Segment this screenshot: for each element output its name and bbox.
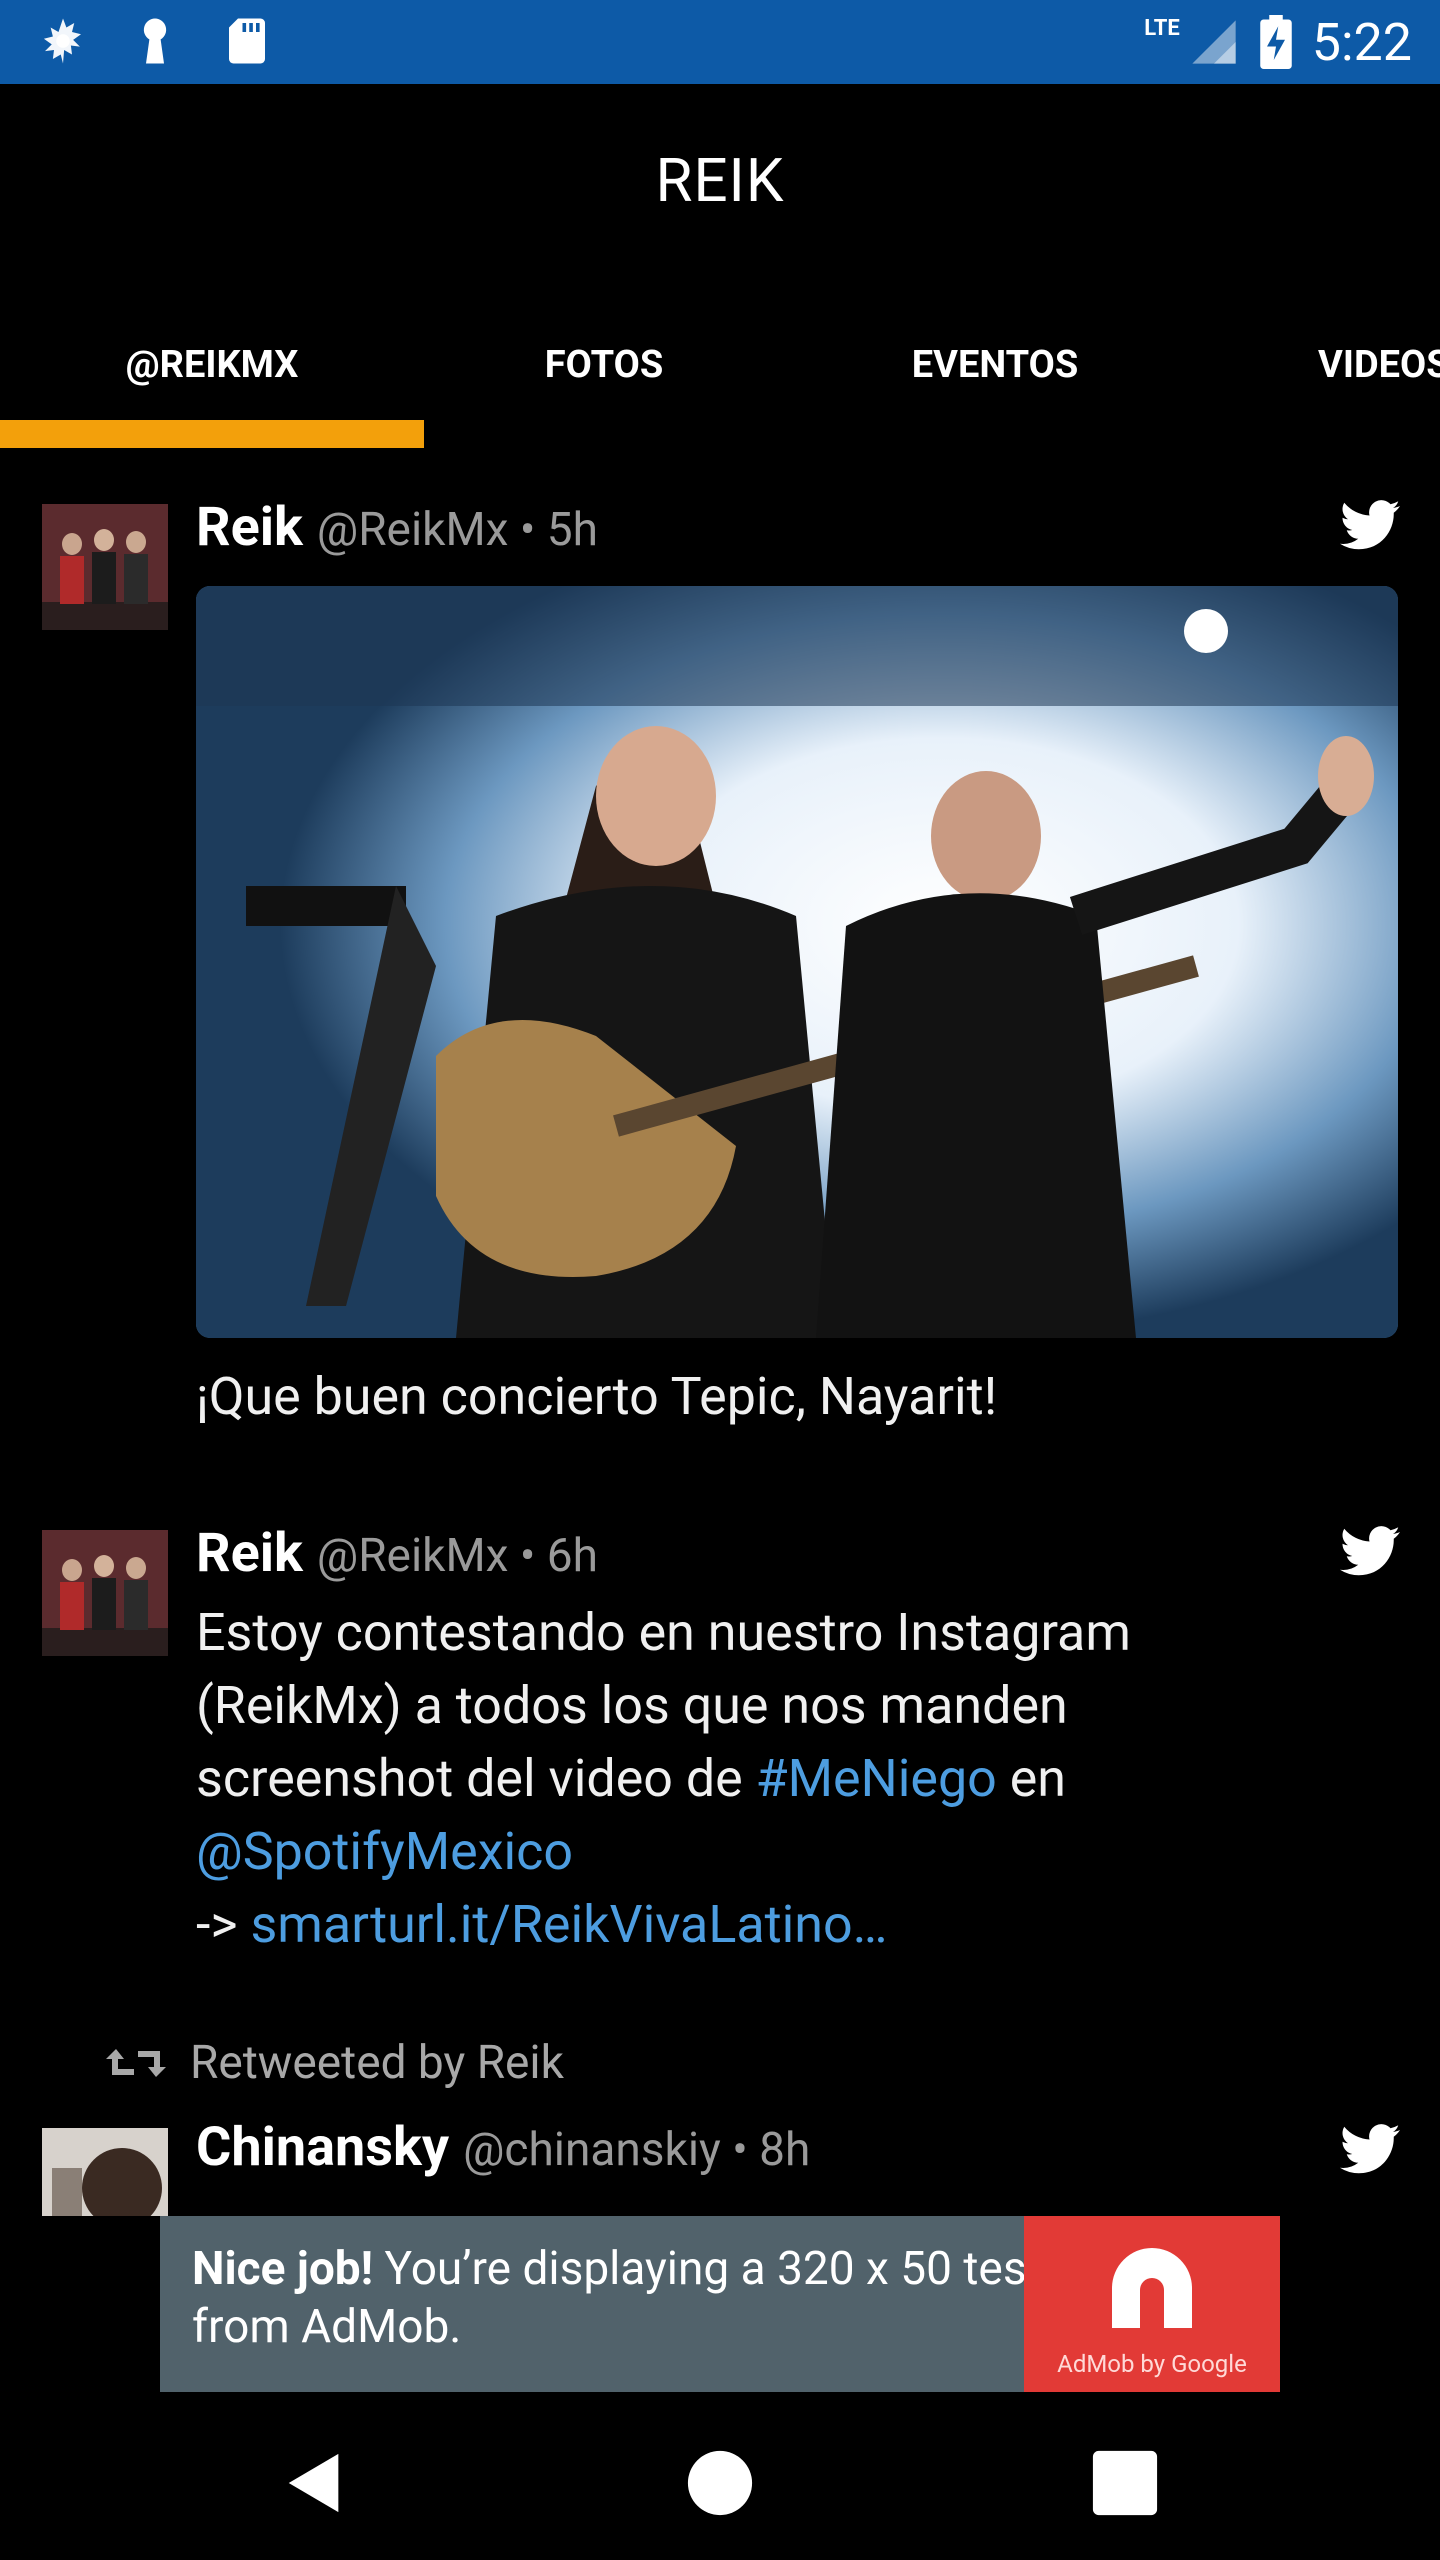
- tweet-header: Reik @ReikMx • 6h: [196, 1522, 598, 1585]
- admob-brand-label: AdMob by Google: [1057, 2350, 1247, 2378]
- admob-logo-icon: [1112, 2248, 1192, 2328]
- tweet-text-line: screenshot del video de #MeNiego en: [196, 1742, 1396, 1815]
- system-navigation-bar: [0, 2400, 1440, 2560]
- admob-banner[interactable]: Nice job! You’re displaying a 320 x 50 t…: [160, 2216, 1280, 2392]
- tab-eventos[interactable]: EVENTOS: [810, 330, 1180, 400]
- ad-headline: Nice job!: [192, 2242, 374, 2296]
- recents-icon[interactable]: [1090, 2448, 1160, 2518]
- url-link[interactable]: smarturl.it/ReikVivaLatino…: [250, 1894, 887, 1955]
- keyhole-icon: [143, 18, 167, 64]
- avatar[interactable]: [42, 1530, 168, 1656]
- back-icon[interactable]: [280, 2448, 350, 2518]
- avatar[interactable]: [42, 2128, 168, 2216]
- tab-reikmx[interactable]: @REIKMX: [0, 330, 424, 400]
- admob-logo: AdMob by Google: [1024, 2216, 1280, 2392]
- avatar[interactable]: [42, 504, 168, 630]
- tweet-text-line: @SpotifyMexico: [196, 1815, 1396, 1888]
- mention-link[interactable]: @SpotifyMexico: [196, 1821, 573, 1882]
- tweet-author-name[interactable]: Reik: [196, 496, 303, 559]
- tweet-header: Chinansky @chinanskiy • 8h: [196, 2116, 810, 2179]
- status-bar: LTE 5:22: [0, 0, 1440, 84]
- tweet-text-segment: screenshot del video de: [196, 1748, 756, 1809]
- tweet-text-line: Estoy contestando en nuestro Instagram: [196, 1602, 1131, 1663]
- tweet-text: ¡Que buen concierto Tepic, Nayarit!: [196, 1366, 998, 1427]
- hashtag-link[interactable]: #MeNiego: [756, 1748, 997, 1809]
- tweet-photo[interactable]: [196, 586, 1398, 1338]
- tweet-author-name[interactable]: Reik: [196, 1522, 303, 1585]
- selected-tab-indicator: [0, 420, 424, 448]
- tab-videos[interactable]: VIDEOS: [1318, 330, 1440, 400]
- tweet-handle-time: @ReikMx • 5h: [316, 503, 598, 557]
- tweet-text-segment: ->: [196, 1894, 251, 1955]
- home-icon[interactable]: [685, 2448, 755, 2518]
- tweet-text-line: (ReikMx) a todos los que nos manden: [196, 1675, 1068, 1736]
- tweet-text-line: -> smarturl.it/ReikVivaLatino…: [196, 1888, 1396, 1961]
- tweet-header: Reik @ReikMx • 5h: [196, 496, 598, 559]
- tab-fotos[interactable]: FOTOS: [424, 330, 784, 400]
- tweet-feed[interactable]: Reik @ReikMx • 5h ¡Que buen concierto Te…: [0, 460, 1440, 2216]
- tweet-text-segment: en: [996, 1748, 1067, 1809]
- settings-gear-icon: [43, 18, 81, 64]
- tweet-handle-time: @chinanskiy • 8h: [463, 2123, 811, 2177]
- twitter-bird-icon[interactable]: [1340, 1526, 1400, 1576]
- sd-card-icon: [229, 18, 265, 64]
- signal-icon: [1192, 20, 1236, 64]
- retweet-indicator: Retweeted by Reik: [106, 2036, 564, 2090]
- clock: 5:22: [1311, 11, 1412, 73]
- twitter-bird-icon[interactable]: [1340, 500, 1400, 550]
- network-type-label: LTE: [1144, 15, 1180, 41]
- tweet-handle-time: @ReikMx • 6h: [316, 1529, 598, 1583]
- battery-charging-icon: [1259, 15, 1292, 69]
- retweeted-by-label: Retweeted by Reik: [190, 2036, 564, 2090]
- tweet-author-name[interactable]: Chinansky: [196, 2116, 449, 2179]
- retweet-icon: [106, 2049, 166, 2077]
- app-title: REIK: [655, 145, 785, 216]
- tweet-item[interactable]: Retweeted by Reik Chinansky @chinanskiy …: [0, 2028, 1440, 2216]
- tweet-text: Estoy contestando en nuestro Instagram (…: [196, 1596, 1396, 1961]
- tab-bar: @REIKMX FOTOS EVENTOS VIDEOS: [0, 330, 1440, 450]
- twitter-bird-icon[interactable]: [1340, 2124, 1400, 2174]
